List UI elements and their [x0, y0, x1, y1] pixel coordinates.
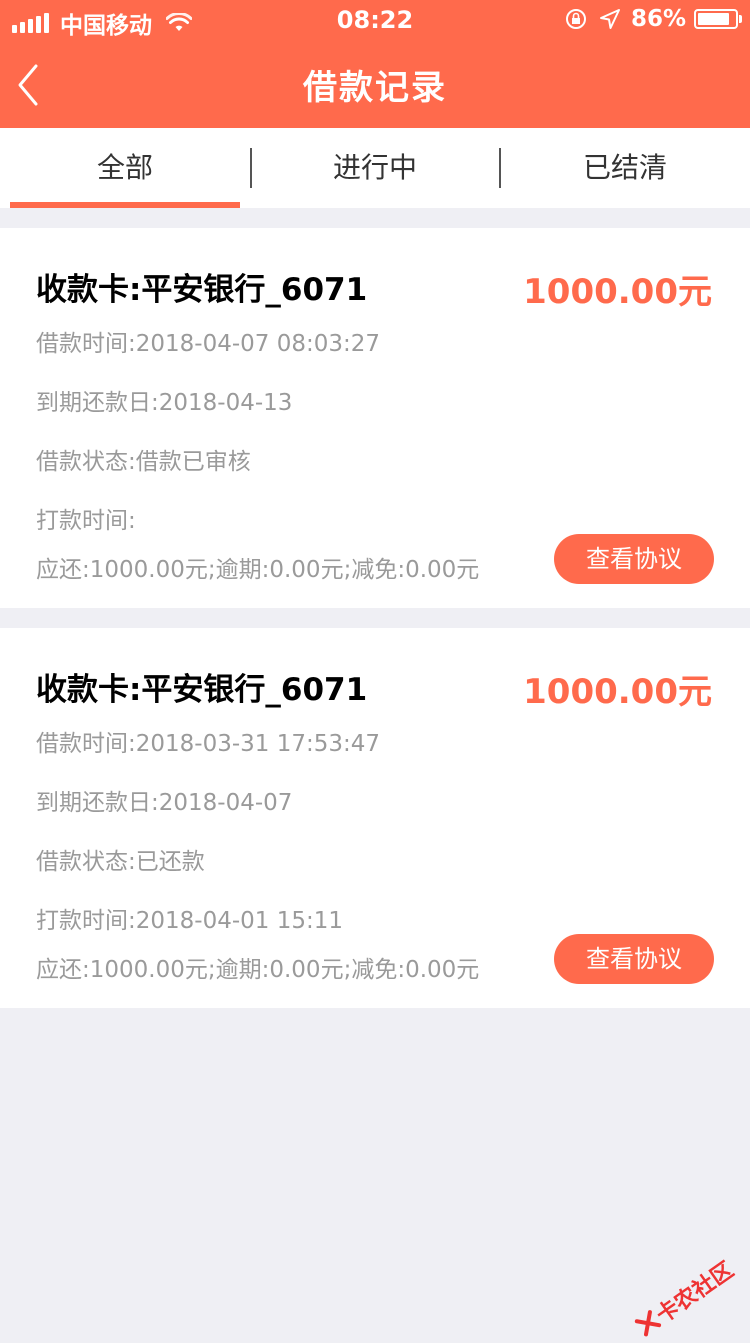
page-title: 借款记录	[303, 68, 447, 108]
tab-settled-label: 已结清	[582, 151, 667, 184]
receiving-card-label: 收款卡:平安银行_6071	[36, 672, 368, 708]
receiving-card-label: 收款卡:平安银行_6071	[36, 272, 368, 308]
tab-in-progress-label: 进行中	[332, 151, 417, 184]
repayment-summary: 应还:1000.00元;逾期:0.00元;减免:0.00元	[36, 957, 480, 983]
loan-record-card[interactable]: 收款卡:平安银行_6071 1000.00元 借款时间:2018-04-07 0…	[0, 228, 750, 608]
loan-amount: 1000.00元	[523, 272, 712, 312]
loan-record-card[interactable]: 收款卡:平安银行_6071 1000.00元 借款时间:2018-03-31 1…	[0, 628, 750, 1008]
loan-time: 借款时间:2018-04-07 08:03:27	[36, 331, 381, 357]
view-agreement-button[interactable]: 查看协议	[554, 934, 714, 984]
tab-all-label: 全部	[96, 151, 153, 184]
tab-in-progress[interactable]: 进行中	[260, 128, 490, 208]
battery-percent: 86%	[630, 6, 686, 32]
header: 中国移动 08:22 86% 借款记录	[0, 0, 750, 128]
location-icon	[599, 9, 620, 29]
watermark: 卡农社区	[629, 1253, 739, 1343]
tab-divider	[250, 148, 252, 188]
loan-status: 借款状态:已还款	[36, 849, 205, 875]
nav-bar: 借款记录	[0, 40, 750, 128]
transfer-time: 打款时间:	[36, 508, 136, 534]
loan-status: 借款状态:借款已审核	[36, 449, 251, 475]
tab-settled[interactable]: 已结清	[510, 128, 740, 208]
loan-amount: 1000.00元	[523, 672, 712, 712]
loan-time: 借款时间:2018-03-31 17:53:47	[36, 731, 381, 757]
due-date: 到期还款日:2018-04-13	[36, 390, 293, 416]
battery-fill	[698, 13, 729, 25]
transfer-time: 打款时间:2018-04-01 15:11	[36, 908, 344, 934]
view-agreement-button[interactable]: 查看协议	[554, 534, 714, 584]
battery-icon	[694, 9, 742, 29]
rotation-lock-icon	[565, 9, 586, 29]
tab-bar: 全部 进行中 已结清	[0, 128, 750, 208]
due-date: 到期还款日:2018-04-07	[36, 790, 293, 816]
watermark-text: 卡农社区	[652, 1257, 739, 1329]
repayment-summary: 应还:1000.00元;逾期:0.00元;减免:0.00元	[36, 557, 480, 583]
active-tab-indicator	[10, 202, 240, 208]
tab-divider	[499, 148, 501, 188]
tab-all[interactable]: 全部	[10, 128, 240, 208]
status-bar: 中国移动 08:22 86%	[0, 0, 750, 40]
status-right: 86%	[565, 6, 742, 32]
